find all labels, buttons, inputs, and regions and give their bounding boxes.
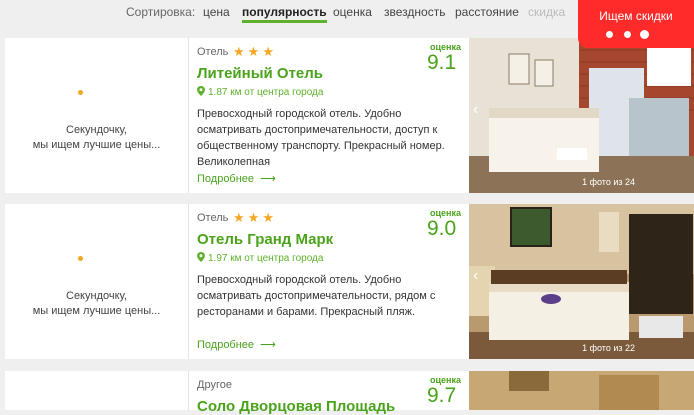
hotel-distance: 1.97 км от центра города bbox=[197, 252, 323, 264]
discount-badge-label: Ищем скидки bbox=[599, 9, 673, 23]
arrow-right-icon: ⟶ bbox=[260, 339, 276, 351]
star-icon: ★ bbox=[262, 210, 274, 225]
hotel-name-link[interactable]: Литейный Отель bbox=[197, 65, 323, 82]
loading-dot bbox=[624, 31, 631, 38]
loading-text: Секундочку, мы ищем лучшие цены... bbox=[32, 124, 161, 151]
more-link[interactable]: Подробнее ⟶ bbox=[197, 338, 276, 351]
more-link-label: Подробнее bbox=[197, 339, 255, 351]
discount-search-badge: Ищем скидки bbox=[578, 0, 694, 48]
hotel-type: Отель bbox=[197, 46, 229, 58]
hotel-card[interactable]: Секундочку, мы ищем лучшие цены... Отель… bbox=[5, 204, 694, 359]
star-icon: ★ bbox=[247, 44, 260, 59]
more-link-label: Подробнее bbox=[197, 173, 255, 185]
price-loader: Секундочку, мы ищем лучшие цены... bbox=[5, 38, 189, 193]
hotel-card[interactable]: Другое Соло Дворцовая Площадь оценка 9.7 bbox=[5, 371, 694, 415]
star-icon: ★ bbox=[233, 210, 245, 225]
hotel-stars: ★ ★ ★ bbox=[233, 209, 277, 227]
hotel-card[interactable]: Секундочку, мы ищем лучшие цены... Отель… bbox=[5, 38, 694, 193]
sort-option-rating[interactable]: оценка bbox=[333, 5, 372, 19]
photo-count: 1 фото из 24 bbox=[582, 177, 635, 187]
hotel-photo[interactable] bbox=[469, 371, 694, 410]
hotel-room-image bbox=[469, 38, 694, 193]
star-icon: ★ bbox=[247, 210, 260, 225]
price-loader: Секундочку, мы ищем лучшие цены... bbox=[5, 204, 189, 359]
hotel-room-image bbox=[469, 204, 694, 359]
hotel-description: Превосходный городской отель. Удобно осм… bbox=[197, 108, 445, 168]
hotel-name-link[interactable]: Отель Гранд Марк bbox=[197, 231, 333, 248]
hotel-photo[interactable]: 1 фото из 24 bbox=[469, 38, 694, 193]
hotel-type: Отель bbox=[197, 212, 229, 224]
map-pin-icon bbox=[197, 86, 205, 96]
hotel-room-image bbox=[469, 371, 694, 410]
sort-label: Сортировка: bbox=[126, 5, 196, 19]
map-pin-icon bbox=[197, 252, 205, 262]
hotel-type: Другое bbox=[197, 379, 232, 391]
star-icon: ★ bbox=[233, 44, 245, 59]
more-link[interactable]: Подробнее ⟶ bbox=[197, 172, 276, 185]
loading-dot bbox=[606, 31, 613, 38]
loading-text: Секундочку, мы ищем лучшие цены... bbox=[32, 290, 161, 317]
sort-option-price[interactable]: цена bbox=[203, 5, 230, 19]
hotel-distance-text: 1.87 км от центра города bbox=[208, 87, 324, 98]
score-value: 9.1 bbox=[427, 51, 457, 74]
hotel-distance-text: 1.97 км от центра города bbox=[208, 253, 324, 264]
hotel-distance: 1.87 км от центра города bbox=[197, 86, 323, 98]
hotel-photo[interactable]: 1 фото из 22 bbox=[469, 204, 694, 359]
sort-option-discount[interactable]: скидка bbox=[528, 5, 565, 19]
score-value: 9.7 bbox=[427, 384, 457, 407]
sort-option-popularity[interactable]: популярность bbox=[242, 5, 327, 23]
sort-option-stars[interactable]: звездность bbox=[384, 5, 445, 19]
loading-spinner-dot bbox=[78, 256, 83, 261]
price-loader bbox=[5, 371, 189, 410]
loading-spinner-dot bbox=[78, 90, 83, 95]
hotel-name-link[interactable]: Соло Дворцовая Площадь bbox=[197, 398, 395, 415]
loading-dot bbox=[640, 30, 649, 39]
sort-option-distance[interactable]: расстояние bbox=[455, 5, 519, 19]
star-icon: ★ bbox=[262, 44, 274, 59]
chevron-left-icon[interactable]: ‹ bbox=[473, 101, 478, 119]
loading-dots bbox=[606, 30, 656, 40]
hotel-description: Превосходный городской отель. Удобно осм… bbox=[197, 274, 436, 318]
photo-count: 1 фото из 22 bbox=[582, 343, 635, 353]
score-value: 9.0 bbox=[427, 217, 457, 240]
hotel-stars: ★ ★ ★ bbox=[233, 43, 277, 61]
arrow-right-icon: ⟶ bbox=[260, 173, 276, 185]
chevron-left-icon[interactable]: ‹ bbox=[473, 267, 478, 285]
